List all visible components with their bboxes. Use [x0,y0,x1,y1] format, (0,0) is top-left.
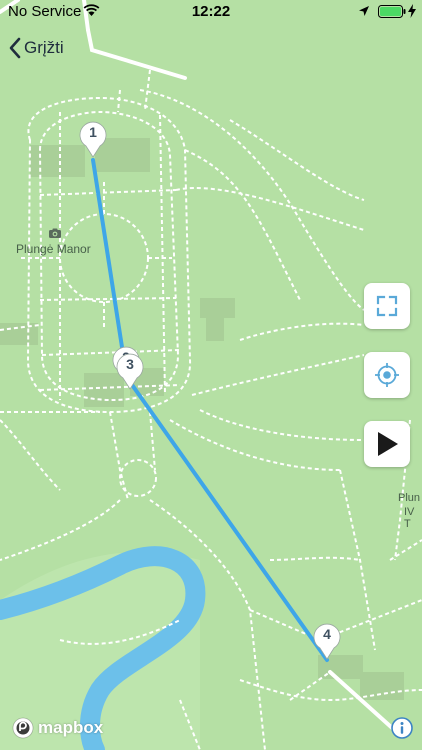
charging-bolt-icon [408,4,416,18]
pin-number: 1 [89,124,97,140]
map-label-partial: Plun [398,492,421,504]
mapbox-logo-icon [12,717,34,739]
location-arrow-icon [359,6,369,16]
camera-icon [49,228,61,238]
chevron-left-icon [9,37,21,59]
mapbox-logo[interactable]: mapbox [12,717,103,739]
locate-button[interactable] [364,352,410,398]
back-button-label: Grįžti [24,38,64,57]
map-pin-3[interactable]: 3 [115,352,145,390]
pin-number: 3 [126,356,134,372]
info-icon[interactable] [391,717,413,739]
play-icon [378,432,398,456]
map-label-plunge-manor: Plungė Manor [16,242,91,256]
back-button[interactable]: Grįžti [8,36,64,60]
locate-icon [375,363,399,387]
play-button[interactable] [364,421,410,467]
battery-icon [378,5,406,18]
pin-number: 4 [323,626,331,642]
map-label-partial: IV T [404,506,415,530]
fullscreen-button[interactable] [364,283,410,329]
map-pin-4[interactable]: 4 [312,622,342,660]
mapbox-logo-text: mapbox [38,718,104,737]
fullscreen-icon [376,295,398,317]
status-bar: No Service 12:22 [0,0,422,24]
map-pin-1[interactable]: 1 [78,120,108,158]
map-canvas[interactable] [0,0,422,750]
